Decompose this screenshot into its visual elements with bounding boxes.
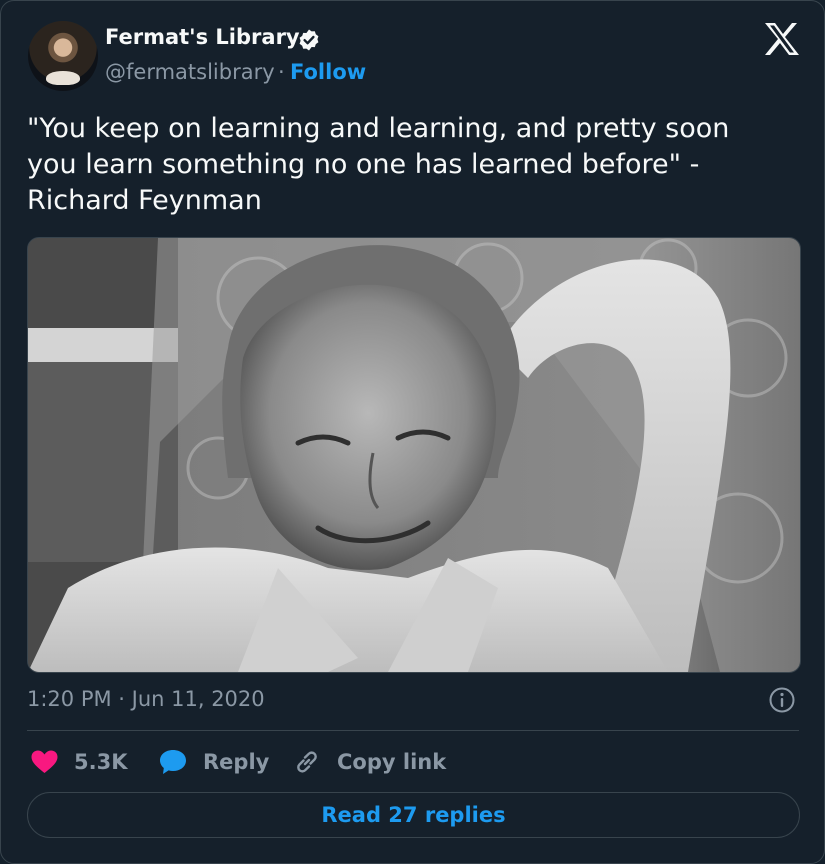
x-logo-icon[interactable] [764,23,800,55]
divider [27,730,799,731]
reply-button[interactable]: Reply [159,745,269,779]
like-count: 5.3K [74,750,128,774]
link-icon [297,751,317,773]
copy-link-label: Copy link [337,750,447,774]
tweet-card: Fermat's Library @fermatslibrary · Follo… [0,0,825,864]
feynman-portrait-image [28,238,800,672]
author-avatar[interactable] [28,21,98,91]
verified-badge-icon [299,29,319,51]
like-button[interactable]: 5.3K [31,745,127,779]
tweet-text-line: Richard Feynman [27,185,262,216]
tweet-timestamp[interactable]: 1:20 PM · Jun 11, 2020 [27,687,265,711]
tweet-photo[interactable] [27,237,801,673]
follow-button[interactable]: Follow [290,60,366,84]
copy-link-button[interactable]: Copy link [293,745,446,779]
tweet-text-line: you learn something no one has learned b… [27,149,700,180]
read-replies-button[interactable]: Read 27 replies [27,792,800,838]
info-icon[interactable] [768,686,796,714]
heart-icon [31,750,58,773]
tweet-text: "You keep on learning and learning, and … [27,111,787,219]
handle-separator: · [278,60,285,84]
tweet-text-line: "You keep on learning and learning, and … [27,113,730,144]
author-name[interactable]: Fermat's Library [105,25,300,49]
speech-bubble-icon [160,750,186,774]
reply-label: Reply [203,750,270,774]
author-handle[interactable]: @fermatslibrary [105,60,275,84]
avatar-collar [46,71,80,85]
